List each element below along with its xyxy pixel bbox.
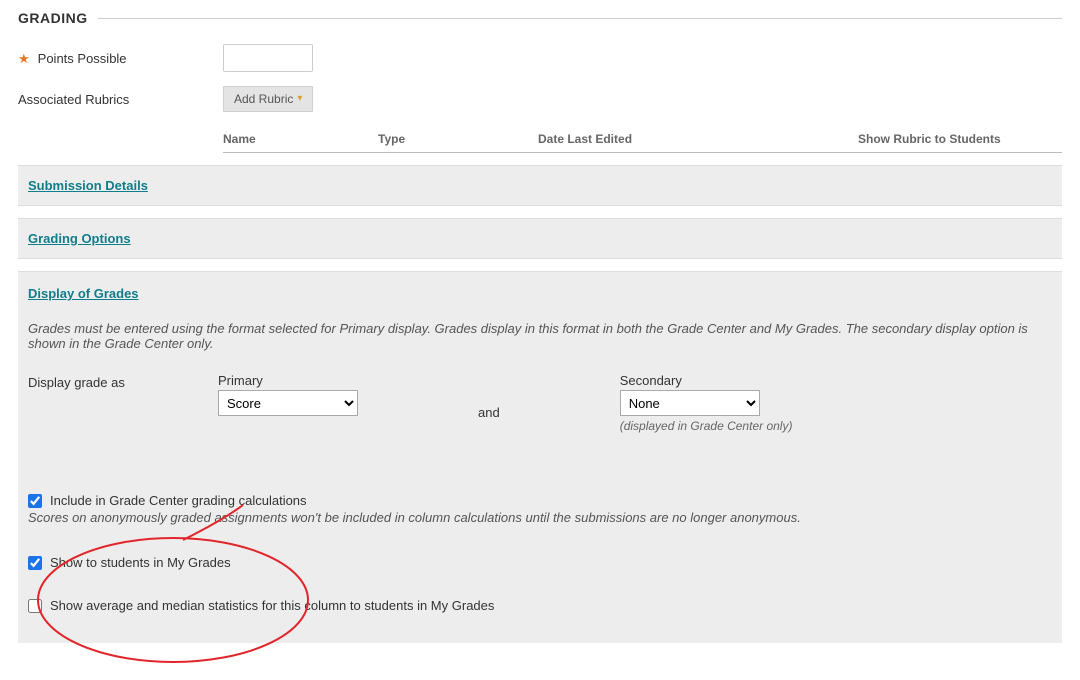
include-calc-row: Include in Grade Center grading calculat… xyxy=(28,493,1052,508)
include-calc-label: Include in Grade Center grading calculat… xyxy=(50,493,307,508)
add-rubric-button[interactable]: Add Rubric ▾ xyxy=(223,86,313,112)
required-star-icon: ★ xyxy=(18,52,30,65)
display-help-text: Grades must be entered using the format … xyxy=(28,321,1052,351)
associated-rubrics-label: Associated Rubrics xyxy=(18,92,129,107)
grading-options-section: Grading Options xyxy=(18,218,1062,259)
submission-details-section: Submission Details xyxy=(18,165,1062,206)
primary-select[interactable]: Score xyxy=(218,390,358,416)
show-stats-row: Show average and median statistics for t… xyxy=(28,598,1052,613)
show-students-row: Show to students in My Grades xyxy=(28,555,1052,570)
associated-rubrics-label-col: Associated Rubrics xyxy=(18,92,223,107)
include-calc-note: Scores on anonymously graded assignments… xyxy=(28,510,1052,525)
display-grade-row: Display grade as Primary Score and Secon… xyxy=(28,373,1052,433)
chevron-down-icon: ▾ xyxy=(297,94,302,104)
show-students-label: Show to students in My Grades xyxy=(50,555,231,570)
display-grade-label: Display grade as xyxy=(28,373,218,390)
points-possible-label: Points Possible xyxy=(38,51,127,66)
show-stats-label: Show average and median statistics for t… xyxy=(50,598,494,613)
divider xyxy=(98,18,1062,19)
rubric-header-date: Date Last Edited xyxy=(538,132,858,146)
display-of-grades-link[interactable]: Display of Grades xyxy=(28,286,139,301)
points-possible-input[interactable] xyxy=(223,44,313,72)
annotation-circle-icon xyxy=(23,500,353,680)
secondary-col: Secondary None (displayed in Grade Cente… xyxy=(620,373,793,433)
grading-options-link[interactable]: Grading Options xyxy=(28,231,131,246)
secondary-select[interactable]: None xyxy=(620,390,760,416)
secondary-note: (displayed in Grade Center only) xyxy=(620,419,793,433)
submission-details-link[interactable]: Submission Details xyxy=(28,178,148,193)
rubric-table-headers: Name Type Date Last Edited Show Rubric t… xyxy=(223,126,1062,153)
show-students-checkbox[interactable] xyxy=(28,556,42,570)
points-possible-row: ★ Points Possible xyxy=(18,44,1062,72)
rubric-header-name: Name xyxy=(223,132,378,146)
and-text: and xyxy=(478,405,500,420)
primary-col: Primary Score xyxy=(218,373,358,416)
points-possible-label-col: ★ Points Possible xyxy=(18,51,223,66)
rubric-header-show: Show Rubric to Students xyxy=(858,132,1062,146)
associated-rubrics-row: Associated Rubrics Add Rubric ▾ xyxy=(18,86,1062,112)
show-stats-checkbox[interactable] xyxy=(28,599,42,613)
display-of-grades-section: Display of Grades Grades must be entered… xyxy=(18,271,1062,643)
rubric-header-type: Type xyxy=(378,132,538,146)
include-calc-checkbox[interactable] xyxy=(28,494,42,508)
secondary-label: Secondary xyxy=(620,373,793,388)
primary-label: Primary xyxy=(218,373,358,388)
section-header: GRADING xyxy=(18,10,1062,26)
add-rubric-button-label: Add Rubric xyxy=(234,92,293,106)
section-title: GRADING xyxy=(18,10,88,26)
